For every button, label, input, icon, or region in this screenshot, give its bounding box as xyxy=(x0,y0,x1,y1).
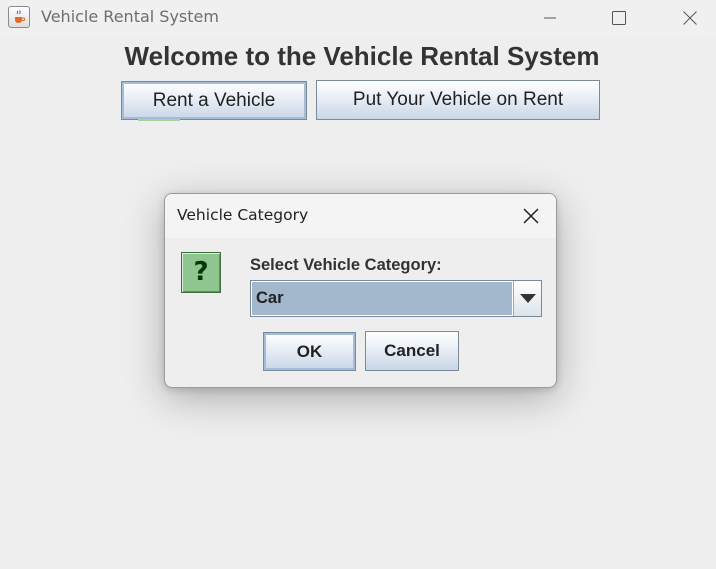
select-category-label: Select Vehicle Category: xyxy=(250,256,442,274)
cancel-button[interactable]: Cancel xyxy=(365,331,459,371)
question-icon: ? xyxy=(181,252,221,293)
dialog-title: Vehicle Category xyxy=(177,206,309,224)
minimize-icon xyxy=(544,17,556,19)
vehicle-category-dialog: Vehicle Category ? Select Vehicle Catego… xyxy=(164,193,557,388)
maximize-button[interactable] xyxy=(596,0,642,36)
put-vehicle-on-rent-button[interactable]: Put Your Vehicle on Rent xyxy=(316,80,600,120)
welcome-heading: Welcome to the Vehicle Rental System xyxy=(124,41,600,71)
close-button[interactable] xyxy=(667,0,713,36)
title-bar[interactable]: Vehicle Rental System xyxy=(0,0,716,38)
ok-button[interactable]: OK xyxy=(263,332,356,371)
combobox-dropdown-button[interactable] xyxy=(513,281,541,316)
combobox-selected-value: Car xyxy=(252,282,512,315)
dialog-close-button[interactable] xyxy=(521,206,541,226)
close-icon xyxy=(523,208,539,224)
focus-hint-bar xyxy=(138,119,180,121)
vehicle-category-combobox[interactable]: Car xyxy=(250,280,542,317)
rent-vehicle-button[interactable]: Rent a Vehicle xyxy=(121,81,307,120)
minimize-button[interactable] xyxy=(527,0,573,36)
window-title: Vehicle Rental System xyxy=(41,7,219,26)
chevron-down-icon xyxy=(520,294,536,303)
dialog-title-bar[interactable]: Vehicle Category xyxy=(165,194,556,238)
main-window: Vehicle Rental System Welcome to the Veh… xyxy=(0,0,716,569)
java-cup-icon xyxy=(8,6,30,28)
close-icon xyxy=(683,11,697,25)
maximize-icon xyxy=(612,11,626,25)
